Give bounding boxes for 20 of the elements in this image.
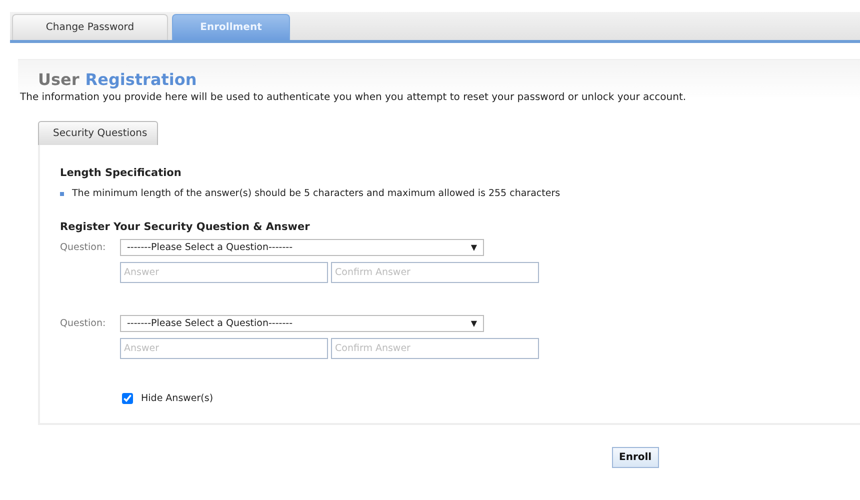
intro-text: The information you provide here will be used to authenticate you when you attempt to reset your password or unlock your account. — [20, 92, 688, 103]
answer-field[interactable]: Answer — [120, 338, 328, 359]
section-heading: Length Specification — [60, 167, 182, 179]
confirm-answer-field[interactable]: Confirm Answer — [331, 262, 539, 283]
checkbox-label: Hide Answer(s) — [141, 393, 214, 404]
question-select[interactable]: -------Please Select a Question------- ▼ — [120, 315, 484, 332]
tab[interactable]: Change Password — [12, 14, 168, 40]
question-label: Question: — [60, 318, 107, 329]
question-select[interactable]: -------Please Select a Question------- ▼ — [120, 239, 484, 256]
answer-field[interactable]: Answer — [120, 262, 328, 283]
page-title: Registration — [85, 70, 197, 89]
confirm-answer-field[interactable]: Confirm Answer — [331, 338, 539, 359]
enroll-button[interactable]: Enroll — [612, 447, 659, 468]
hide-answers-checkbox[interactable] — [122, 393, 133, 404]
bullet-icon — [60, 192, 64, 196]
section-heading: Register Your Security Question & Answer — [60, 221, 311, 233]
section-tab[interactable]: Security Questions — [38, 121, 158, 145]
page-title: User — [38, 70, 80, 89]
spec-text: The minimum length of the answer(s) should be 5 characters and maximum allowed is 255 characters — [72, 188, 560, 199]
question-label: Question: — [60, 242, 107, 253]
